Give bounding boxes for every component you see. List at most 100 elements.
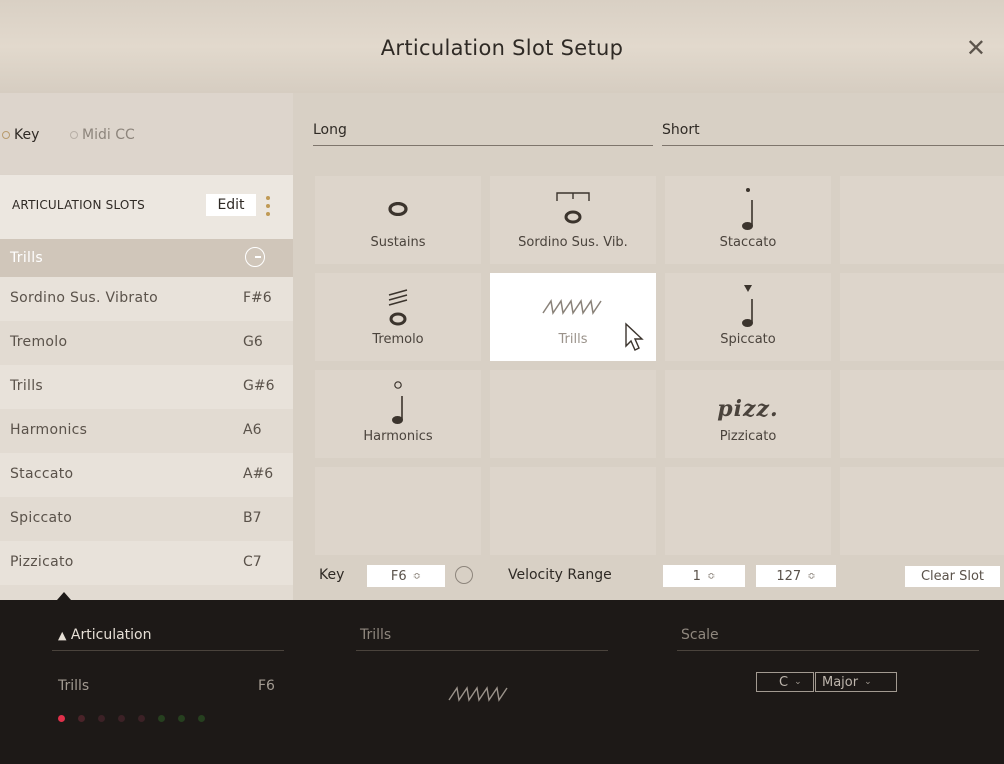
slot-note: F#6 (243, 290, 272, 306)
slot-item[interactable]: Sordino Sus. Vibrato F#6 (0, 277, 293, 321)
footer-divider (356, 650, 608, 651)
stepper-arrows-icon[interactable]: ≎ (707, 571, 715, 582)
slot-item[interactable]: Spiccato B7 (0, 497, 293, 541)
scale-mode-select[interactable]: Major ⌄ (815, 672, 897, 692)
cell-label: Staccato (719, 235, 777, 250)
cell-label: Sordino Sus. Vib. (518, 235, 628, 250)
slot-item[interactable]: Harmonics A6 (0, 409, 293, 453)
slot-controls: Key F6 ≎ Velocity Range 1 ≎ 127 ≎ Clear … (293, 563, 1004, 591)
key-stepper[interactable]: F6 ≎ (367, 565, 445, 587)
cell-label: Tremolo (372, 332, 424, 347)
articulation-cell[interactable]: Harmonics (315, 370, 481, 458)
pizz-text: pizz. (717, 396, 779, 422)
window-title: Articulation Slot Setup (380, 36, 624, 60)
slot-name: Spiccato (10, 510, 73, 526)
more-options-icon[interactable] (266, 196, 270, 216)
scale-heading: Scale (681, 627, 719, 643)
slot-item[interactable]: Tremolo G6 (0, 321, 293, 365)
articulation-cell[interactable]: Staccato (665, 176, 831, 264)
learn-key-icon[interactable] (245, 247, 265, 267)
close-icon[interactable]: ✕ (966, 34, 986, 62)
stepper-arrows-icon[interactable]: ≎ (807, 571, 815, 582)
slot-dot[interactable] (178, 715, 185, 722)
mode-midi-cc-radio[interactable]: Midi CC (70, 127, 135, 143)
radio-icon (70, 131, 78, 139)
footer-divider (52, 650, 284, 651)
slot-list: Trills Sordino Sus. Vibrato F#6 Tremolo … (0, 239, 293, 585)
slot-name: Staccato (10, 466, 74, 482)
articulation-cell-empty[interactable] (840, 176, 1004, 264)
selected-slot-name: Trills (58, 678, 90, 694)
slots-title: ARTICULATION SLOTS (12, 198, 145, 212)
articulation-cell[interactable]: pizz. Pizzicato (665, 370, 831, 458)
velocity-max-stepper[interactable]: 127 ≎ (756, 565, 836, 587)
velocity-min-stepper[interactable]: 1 ≎ (663, 565, 745, 587)
stepper-arrows-icon[interactable]: ≎ (413, 571, 421, 582)
left-panel: Key Midi CC ARTICULATION SLOTS Edit Tril… (0, 93, 293, 600)
articulation-cell-empty[interactable] (490, 370, 656, 458)
key-label: Key (319, 567, 345, 583)
tremolo-icon (315, 281, 481, 331)
velocity-range-label: Velocity Range (508, 567, 612, 583)
slot-note: C7 (243, 554, 262, 570)
articulation-cell[interactable]: Sustains (315, 176, 481, 264)
articulation-cell[interactable]: Sordino Sus. Vib. (490, 176, 656, 264)
harmonic-icon (315, 378, 481, 428)
clear-slot-button[interactable]: Clear Slot (905, 566, 1000, 587)
articulation-cell-empty[interactable] (840, 467, 1004, 555)
whole-note-icon (315, 184, 481, 234)
mouse-cursor-icon (625, 322, 644, 351)
title-bar: Articulation Slot Setup ✕ (0, 0, 1004, 93)
mode-key-radio[interactable]: Key (2, 127, 39, 143)
slot-dot[interactable] (58, 715, 65, 722)
slot-item[interactable]: Trills G#6 (0, 365, 293, 409)
staccato-icon (665, 184, 831, 234)
slot-item[interactable]: Trills (0, 239, 293, 277)
articulation-cell-empty[interactable] (840, 370, 1004, 458)
cell-label: Trills (558, 332, 588, 347)
radio-icon (2, 131, 10, 139)
slot-dot[interactable] (158, 715, 165, 722)
articulation-toggle[interactable]: ▲ Articulation (58, 627, 152, 643)
articulation-cell[interactable]: Spiccato (665, 273, 831, 361)
slot-dots (58, 715, 205, 722)
slot-dot[interactable] (98, 715, 105, 722)
sordino-icon (490, 184, 656, 234)
slot-name: Trills (10, 250, 44, 266)
category-short: Short (662, 122, 700, 138)
articulation-cell-empty[interactable] (840, 273, 1004, 361)
chevron-down-icon: ⌄ (794, 677, 802, 687)
category-long: Long (313, 122, 347, 138)
slot-dot[interactable] (138, 715, 145, 722)
midi-learn-icon[interactable] (455, 566, 473, 584)
scale-mode-value: Major (822, 674, 859, 690)
triangle-up-icon: ▲ (58, 629, 67, 642)
slot-name: Trills (10, 378, 44, 394)
slot-dot[interactable] (198, 715, 205, 722)
articulation-label: Articulation (70, 627, 152, 643)
articulation-cell-empty[interactable] (315, 467, 481, 555)
edit-button[interactable]: Edit (206, 194, 256, 216)
slot-dot[interactable] (78, 715, 85, 722)
scale-root-select[interactable]: C ⌄ (756, 672, 814, 692)
slot-note: G6 (243, 334, 263, 350)
slot-item[interactable]: Staccato A#6 (0, 453, 293, 497)
pizz-icon: pizz. (665, 384, 831, 434)
slot-dot[interactable] (118, 715, 125, 722)
mode-selector: Key Midi CC (0, 93, 293, 175)
footer-pointer (57, 592, 71, 600)
articulation-cell[interactable]: Tremolo (315, 273, 481, 361)
slot-name: Sordino Sus. Vibrato (10, 290, 159, 306)
slot-name: Tremolo (10, 334, 68, 350)
cell-label: Spiccato (720, 332, 776, 347)
category-divider (662, 145, 1004, 146)
articulation-cell-empty[interactable] (490, 467, 656, 555)
slot-item[interactable]: Pizzicato C7 (0, 541, 293, 585)
slot-note: A#6 (243, 466, 274, 482)
spiccato-icon (665, 281, 831, 331)
chevron-down-icon: ⌄ (864, 677, 872, 687)
category-divider (313, 145, 653, 146)
trills-heading: Trills (360, 627, 392, 643)
key-value: F6 (390, 568, 407, 584)
articulation-cell-empty[interactable] (665, 467, 831, 555)
